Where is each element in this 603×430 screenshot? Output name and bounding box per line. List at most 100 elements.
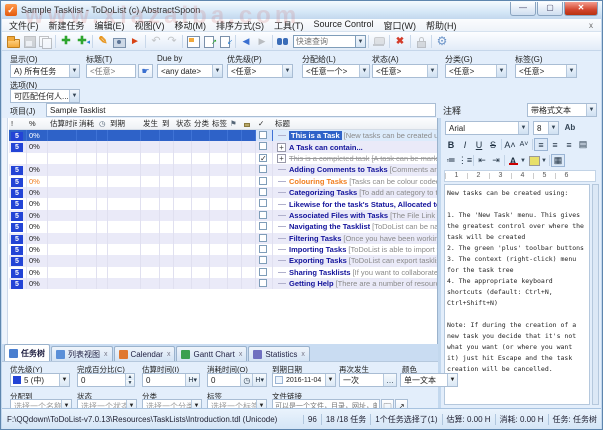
- attr-priority-combo[interactable]: 5 (中)▼: [10, 373, 70, 387]
- redo-icon[interactable]: [164, 34, 180, 49]
- open-tasklist-icon[interactable]: [5, 34, 21, 49]
- checkout-icon[interactable]: [201, 34, 217, 49]
- menu-item[interactable]: 视图(V): [130, 19, 170, 32]
- task-checkbox[interactable]: [259, 142, 267, 150]
- close-button[interactable]: ✕: [564, 2, 598, 16]
- highlight-color-icon[interactable]: [527, 154, 541, 167]
- task-checkbox[interactable]: [259, 188, 267, 196]
- reminder-icon[interactable]: [127, 34, 143, 49]
- find-tasks-icon[interactable]: [275, 34, 291, 49]
- align-right-icon[interactable]: ≡: [562, 138, 576, 151]
- column-header-check[interactable]: ✓: [256, 118, 273, 129]
- password-lock-icon[interactable]: [413, 34, 429, 49]
- column-header-clock[interactable]: ◷: [97, 118, 108, 129]
- next-task-icon[interactable]: [254, 34, 270, 49]
- column-header-tag[interactable]: 标签: [210, 118, 228, 129]
- expand-icon[interactable]: [277, 143, 286, 152]
- project-input[interactable]: [46, 103, 436, 117]
- grow-font-icon[interactable]: A˄: [503, 138, 517, 151]
- task-checkbox[interactable]: [259, 268, 267, 276]
- maximize-view-icon[interactable]: [185, 34, 201, 49]
- menu-item[interactable]: 移动(M): [170, 19, 212, 32]
- bold-icon[interactable]: B: [444, 138, 458, 151]
- recurrence-edit-button[interactable]: …: [383, 374, 396, 386]
- filter-tag-combo[interactable]: <任意>▼: [515, 64, 577, 78]
- task-row[interactable]: 50%Colouring Tasks [Tasks can be colour …: [9, 176, 437, 187]
- undo-icon[interactable]: [148, 34, 164, 49]
- column-header-flag[interactable]: ⚑: [228, 118, 242, 129]
- task-checkbox[interactable]: [259, 165, 267, 173]
- task-checkbox[interactable]: [259, 279, 267, 287]
- column-header-title[interactable]: 标题: [273, 118, 437, 129]
- maximize-button[interactable]: ▢: [537, 2, 563, 16]
- tab-close-icon[interactable]: x: [104, 351, 108, 358]
- font-dialog-button[interactable]: [563, 121, 577, 134]
- tab-close-icon[interactable]: x: [301, 351, 305, 358]
- column-header-spent[interactable]: 消耗: [77, 118, 97, 129]
- task-row[interactable]: 50%Importing Tasks [ToDoList is able to …: [9, 244, 437, 255]
- highlight-dropdown-icon[interactable]: ▼: [541, 158, 548, 164]
- estimate-unit-button[interactable]: H▾: [185, 374, 199, 386]
- task-row[interactable]: This is a completed task [A task can be …: [9, 153, 437, 164]
- task-row[interactable]: 50%Sharing Tasklists [If you want to col…: [9, 267, 437, 278]
- menu-item[interactable]: 编辑(E): [90, 19, 130, 32]
- tab-close-icon[interactable]: x: [239, 351, 243, 358]
- bullet-list-icon[interactable]: ≔: [444, 154, 458, 167]
- menu-item[interactable]: 排序方式(S): [211, 19, 269, 32]
- edit-task-icon[interactable]: [95, 34, 111, 49]
- menu-item[interactable]: 工具(T): [269, 19, 309, 32]
- attr-recurrence-field[interactable]: 一次 …: [339, 373, 397, 387]
- delete-task-icon[interactable]: [392, 34, 408, 49]
- task-row[interactable]: 50%A Task can contain...: [9, 141, 437, 152]
- filter-due-combo[interactable]: <any date>▼: [157, 64, 223, 78]
- due-date-checkbox[interactable]: [275, 376, 283, 384]
- menu-item[interactable]: 窗口(W): [379, 19, 422, 32]
- numbered-list-icon[interactable]: ⋮≡: [458, 154, 472, 167]
- attr-estimate-field[interactable]: 0 H▾: [142, 373, 200, 387]
- column-header-to[interactable]: 到: [160, 118, 174, 129]
- attr-percent-spinner[interactable]: 0 ▲▼: [77, 373, 135, 387]
- color-picker-icon[interactable]: [111, 34, 127, 49]
- prev-task-icon[interactable]: [238, 34, 254, 49]
- attr-due-date[interactable]: 2016-11-04 ▼: [272, 373, 336, 387]
- column-header-percent[interactable]: %: [27, 118, 48, 129]
- paragraph-icon[interactable]: ▦: [551, 154, 565, 167]
- task-row[interactable]: 50%Associated Files with Tasks [The File…: [9, 210, 437, 221]
- font-name-combo[interactable]: Arial▼: [445, 121, 529, 135]
- filter-status-combo[interactable]: <任意>▼: [372, 64, 438, 78]
- outdent-icon[interactable]: ⇤: [475, 154, 489, 167]
- checkin-icon[interactable]: [217, 34, 233, 49]
- task-row[interactable]: 50%This is a Task [New tasks can be crea…: [9, 130, 437, 141]
- copy-icon[interactable]: [37, 34, 53, 49]
- tab-Statistics[interactable]: Statisticsx: [248, 346, 310, 361]
- menubar-close-icon[interactable]: x: [583, 21, 599, 30]
- comments-scrollbar[interactable]: [592, 184, 599, 405]
- time-track-clock-icon[interactable]: ◷: [240, 374, 252, 386]
- column-header-status[interactable]: 状态: [174, 118, 192, 129]
- attr-color-combo2[interactable]: 单一文本 ▼: [400, 373, 458, 387]
- preferences-icon[interactable]: [434, 34, 450, 49]
- expand-icon[interactable]: [277, 154, 286, 163]
- align-center-icon[interactable]: ≡: [548, 138, 562, 151]
- task-row[interactable]: 50%Exporting Tasks [ToDoList can export …: [9, 255, 437, 266]
- new-task-icon[interactable]: [58, 34, 74, 49]
- menu-item[interactable]: 新建任务: [44, 19, 90, 32]
- filter-show-combo[interactable]: A) 所有任务▼: [10, 64, 80, 78]
- tab-Calendar[interactable]: Calendarx: [114, 346, 176, 361]
- filter-title-input[interactable]: [86, 64, 136, 78]
- column-header-estimate[interactable]: 估算时间: [48, 118, 77, 129]
- column-header-priority[interactable]: !: [9, 118, 27, 129]
- indent-icon[interactable]: ⇥: [489, 154, 503, 167]
- spent-unit-button[interactable]: H▾: [252, 374, 266, 386]
- tab-Gantt Chart[interactable]: Gantt Chartx: [176, 346, 247, 361]
- menu-item[interactable]: 文件(F): [4, 19, 44, 32]
- menu-item[interactable]: 帮助(H): [421, 19, 462, 32]
- shrink-font-icon[interactable]: A˅: [517, 138, 531, 151]
- italic-icon[interactable]: I: [458, 138, 472, 151]
- align-justify-icon[interactable]: ▤: [576, 138, 590, 151]
- task-checkbox[interactable]: [259, 222, 267, 230]
- tab-任务树[interactable]: 任务树: [4, 344, 50, 361]
- filter-assign-combo[interactable]: <任意一个>▼: [302, 64, 370, 78]
- task-checkbox[interactable]: [259, 211, 267, 219]
- comments-format-combo[interactable]: 带格式文本▼: [527, 103, 597, 117]
